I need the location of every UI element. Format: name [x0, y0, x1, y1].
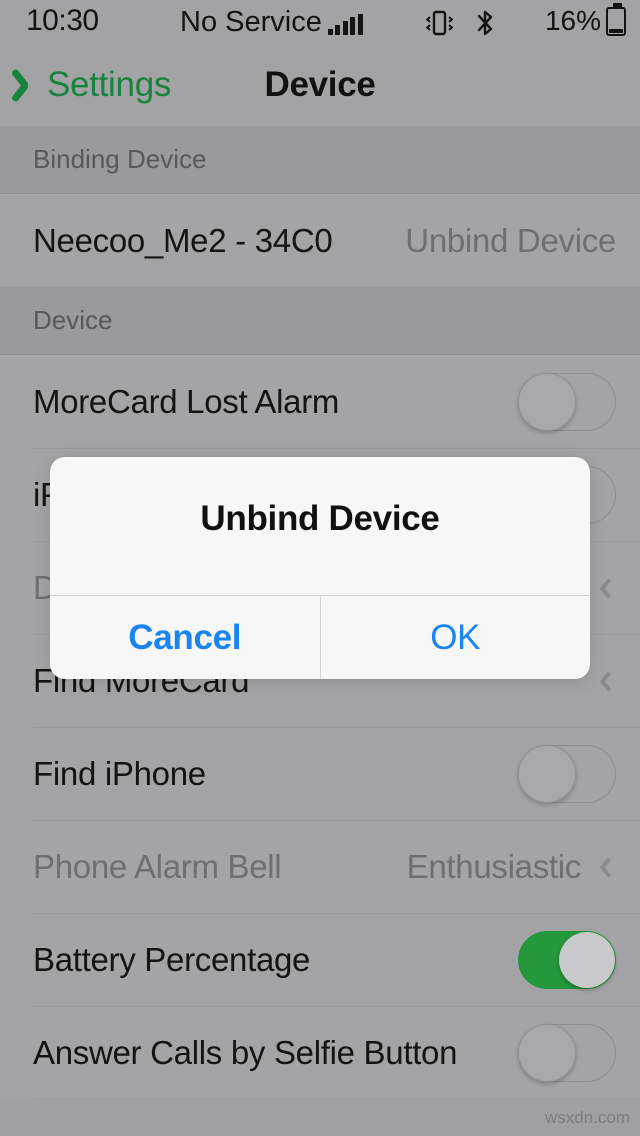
row-battery-percentage[interactable]: Battery Percentage [0, 913, 640, 1006]
row-right-group [595, 669, 616, 693]
cancel-button[interactable]: Cancel [50, 596, 320, 679]
row-label: Battery Percentage [33, 940, 311, 978]
status-time: 10:30 [26, 4, 99, 37]
section-header-device: Device [0, 287, 640, 355]
signal-bars-icon [327, 14, 363, 38]
toggle-answer-calls-by-selfie-button[interactable] [518, 1023, 616, 1082]
watermark: wsxdn.com [544, 1108, 630, 1127]
row-binding-device[interactable]: Neecoo_Me2 - 34C0 Unbind Device [0, 194, 640, 287]
battery-percent-label: 16% [544, 5, 601, 36]
phone-alarm-bell-value: Enthusiastic [406, 847, 582, 885]
battery-icon [606, 2, 626, 36]
status-carrier-label: No Service [180, 6, 322, 38]
phone-screen: 10:30 No Service 16% Settings Device Bin… [0, 0, 640, 1136]
toggle-morecard-lost-alarm[interactable] [518, 372, 616, 431]
status-bar: 10:30 No Service 16% [0, 0, 640, 44]
row-label: Find iPhone [33, 754, 206, 792]
section-header-binding-device: Binding Device [0, 126, 640, 194]
row-morecard-lost-alarm[interactable]: MoreCard Lost Alarm [0, 355, 640, 448]
row-find-iphone[interactable]: Find iPhone [0, 727, 640, 820]
battery-group: 16% [544, 2, 626, 37]
chevron-left-icon [14, 65, 40, 105]
alert-body: Unbind Device [50, 457, 590, 595]
row-right-group [518, 744, 616, 803]
alert-title: Unbind Device [200, 499, 440, 538]
row-right-group [518, 1023, 616, 1082]
row-answer-calls-by-selfie-button[interactable]: Answer Calls by Selfie Button [0, 1006, 640, 1099]
navigation-bar: Settings Device [0, 44, 640, 126]
chevron-right-icon [595, 669, 608, 693]
bluetooth-icon [474, 8, 496, 43]
unbind-device-value[interactable]: Unbind Device [405, 222, 616, 260]
chevron-right-icon [595, 576, 608, 600]
vibrate-icon [424, 9, 454, 42]
row-right-group [518, 930, 616, 989]
toggle-find-iphone[interactable] [518, 744, 616, 803]
row-label: Neecoo_Me2 - 34C0 [33, 221, 333, 259]
row-right-group: Enthusiastic [407, 848, 616, 886]
row-right-group [518, 372, 616, 431]
row-phone-alarm-bell[interactable]: Phone Alarm Bell Enthusiastic [0, 820, 640, 913]
unbind-device-alert: Unbind Device Cancel OK [50, 457, 590, 679]
row-right-group: Unbind Device [405, 222, 616, 260]
row-label: MoreCard Lost Alarm [33, 382, 340, 420]
row-label: Answer Calls by Selfie Button [33, 1033, 458, 1071]
ok-button[interactable]: OK [319, 596, 591, 679]
status-carrier-group: No Service [180, 6, 363, 38]
toggle-battery-percentage[interactable] [518, 930, 616, 989]
row-label: Phone Alarm Bell [33, 847, 282, 885]
back-button[interactable]: Settings [14, 65, 171, 105]
back-button-label: Settings [47, 65, 172, 104]
alert-button-row: Cancel OK [50, 595, 590, 679]
chevron-right-icon [595, 855, 608, 879]
